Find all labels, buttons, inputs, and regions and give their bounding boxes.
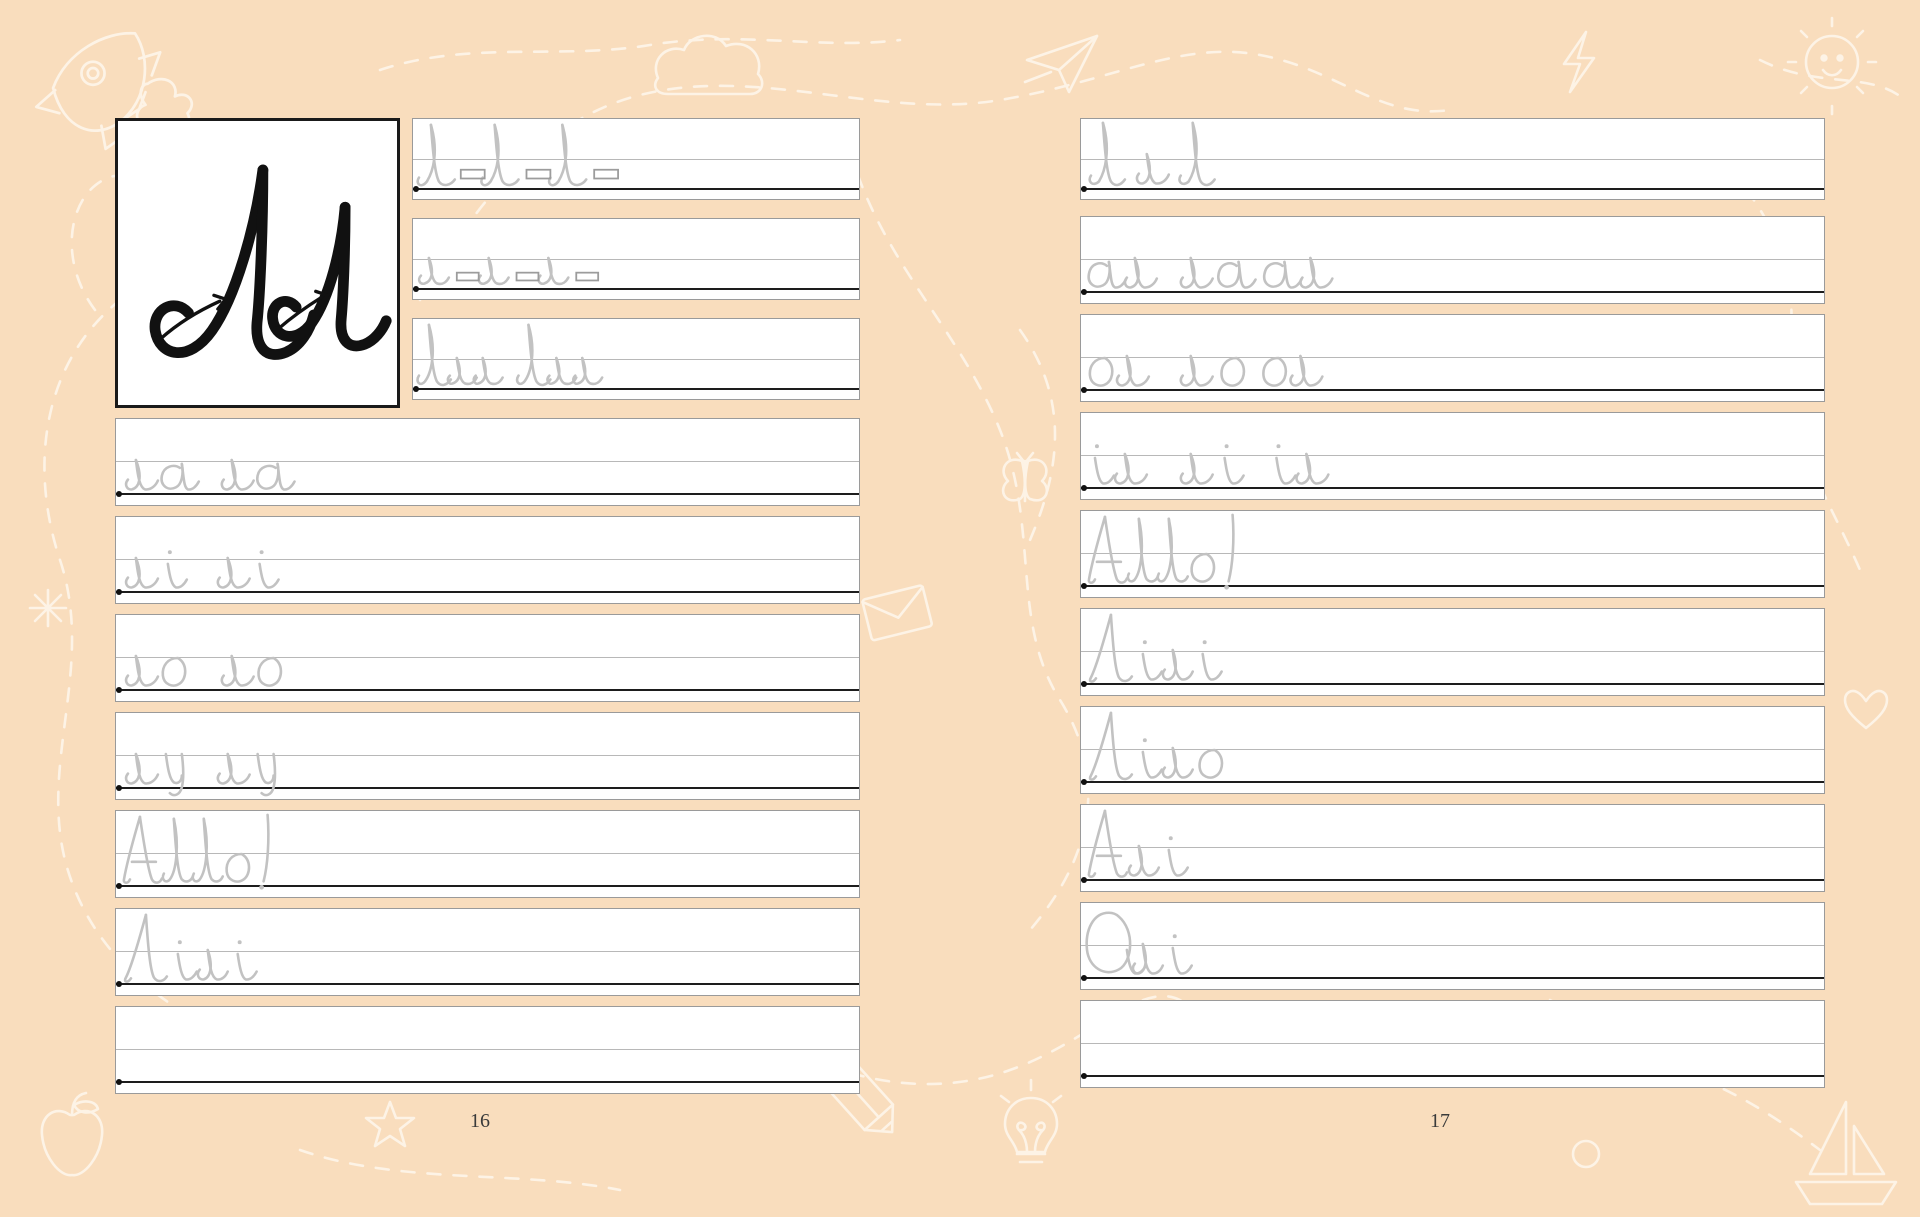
practice-row-2[interactable]	[1080, 216, 1825, 304]
trace-glyphs	[116, 517, 859, 603]
practice-row-10-blank[interactable]	[115, 1006, 860, 1094]
practice-row-5[interactable]	[115, 516, 860, 604]
right-page: 17	[960, 0, 1920, 1217]
practice-row-8[interactable]	[115, 810, 860, 898]
trace-glyphs	[1081, 707, 1824, 793]
practice-row-9[interactable]	[115, 908, 860, 996]
trace-glyphs	[413, 219, 859, 299]
trace-glyphs	[1081, 217, 1824, 303]
trace-glyphs	[116, 419, 859, 505]
trace-glyphs	[1081, 413, 1824, 499]
practice-row-4[interactable]	[115, 418, 860, 506]
letter-showcase-card	[115, 118, 400, 408]
practice-row-5[interactable]	[1080, 510, 1825, 598]
practice-row-7[interactable]	[115, 712, 860, 800]
practice-row-6[interactable]	[1080, 608, 1825, 696]
trace-glyphs	[1081, 315, 1824, 401]
page-number-left: 16	[470, 1110, 490, 1132]
practice-row-7[interactable]	[1080, 706, 1825, 794]
trace-glyphs	[1081, 511, 1824, 597]
trace-glyphs	[1081, 119, 1824, 199]
trace-glyphs	[413, 119, 859, 199]
practice-row-10-blank[interactable]	[1080, 1000, 1825, 1088]
practice-row-8[interactable]	[1080, 804, 1825, 892]
practice-row-3[interactable]	[412, 318, 860, 400]
practice-row-1[interactable]	[412, 118, 860, 200]
trace-glyphs	[116, 615, 859, 701]
book-spread: 16 17	[0, 0, 1920, 1217]
practice-row-4[interactable]	[1080, 412, 1825, 500]
letter-Лл-glyph	[149, 164, 392, 360]
left-page: 16	[0, 0, 960, 1217]
practice-row-2[interactable]	[412, 218, 860, 300]
practice-row-6[interactable]	[115, 614, 860, 702]
trace-glyphs	[116, 713, 859, 799]
practice-row-3[interactable]	[1080, 314, 1825, 402]
trace-glyphs	[116, 811, 859, 897]
page-number-right: 17	[1430, 1110, 1450, 1132]
trace-glyphs	[1081, 805, 1824, 891]
trace-glyphs	[116, 909, 859, 995]
trace-glyphs	[1081, 903, 1824, 989]
practice-row-9[interactable]	[1080, 902, 1825, 990]
trace-glyphs	[413, 319, 859, 399]
trace-glyphs	[1081, 609, 1824, 695]
practice-row-1[interactable]	[1080, 118, 1825, 200]
